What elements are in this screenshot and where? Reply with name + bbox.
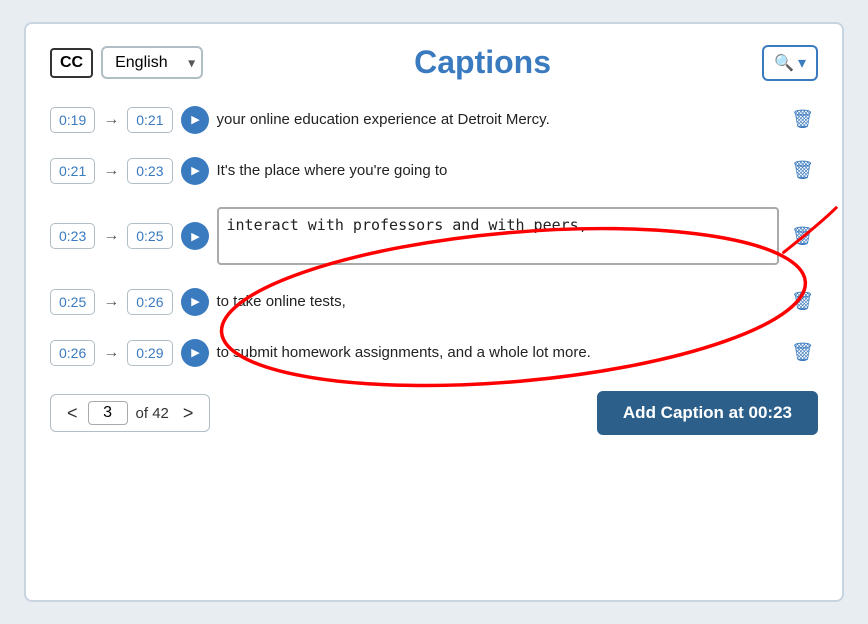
page-number-input[interactable] <box>88 401 128 425</box>
language-wrapper: English Spanish French German <box>101 46 203 79</box>
delete-caption-button[interactable]: 🗑 <box>787 105 818 134</box>
caption-start-time: 0:21 <box>50 158 95 184</box>
caption-row: 0:26 → 0:29 to submit homework assignments,… <box>50 332 818 373</box>
play-button[interactable] <box>181 288 209 316</box>
caption-text: It's the place where you're going to <box>217 160 780 181</box>
caption-start-time: 0:25 <box>50 289 95 315</box>
time-arrow-icon: → <box>103 162 119 180</box>
next-page-button[interactable]: > <box>177 403 200 424</box>
play-button[interactable] <box>181 106 209 134</box>
caption-end-time: 0:26 <box>127 289 172 315</box>
caption-row: 0:19 → 0:21 your online education experienc… <box>50 99 818 140</box>
play-button[interactable] <box>181 339 209 367</box>
delete-caption-button[interactable]: 🗑 <box>787 287 818 316</box>
panel-header: CC English Spanish French German Caption… <box>50 44 818 81</box>
caption-list: 0:19 → 0:21 your online education experienc… <box>50 99 818 373</box>
caption-start-time: 0:23 <box>50 223 95 249</box>
captions-panel: CC English Spanish French German Caption… <box>24 22 844 602</box>
caption-end-time: 0:25 <box>127 223 172 249</box>
caption-row: 0:25 → 0:26 to take online tests, 🗑 <box>50 281 818 322</box>
page-of-label: of 42 <box>136 405 169 422</box>
footer: < of 42 > Add Caption at 00:23 <box>50 391 818 435</box>
delete-caption-button[interactable]: 🗑 <box>787 222 818 251</box>
play-button[interactable] <box>181 157 209 185</box>
caption-end-time: 0:23 <box>127 158 172 184</box>
caption-row: 0:21 → 0:23 It's the place where you're goi… <box>50 150 818 191</box>
play-button[interactable] <box>181 222 209 250</box>
search-button[interactable]: 🔍 ▾ <box>762 45 818 81</box>
caption-text: your online education experience at Detr… <box>217 109 780 130</box>
search-icon: 🔍 <box>774 53 794 73</box>
prev-page-button[interactable]: < <box>61 403 84 424</box>
add-caption-button[interactable]: Add Caption at 00:23 <box>597 391 818 435</box>
caption-end-time: 0:21 <box>127 107 172 133</box>
caption-end-time: 0:29 <box>127 340 172 366</box>
time-arrow-icon: → <box>103 227 119 245</box>
time-arrow-icon: → <box>103 111 119 129</box>
time-arrow-icon: → <box>103 293 119 311</box>
caption-text-input[interactable] <box>217 207 780 265</box>
delete-caption-button[interactable]: 🗑 <box>787 156 818 185</box>
search-dropdown-icon: ▾ <box>798 53 806 73</box>
time-arrow-icon: → <box>103 344 119 362</box>
caption-row: 0:23 → 0:25 🗑 <box>50 201 818 271</box>
pagination-control: < of 42 > <box>50 394 210 432</box>
caption-text: to take online tests, <box>217 291 780 312</box>
page-title: Captions <box>203 44 762 81</box>
cc-button[interactable]: CC <box>50 48 93 78</box>
caption-text: to submit homework assignments, and a wh… <box>217 342 780 363</box>
caption-start-time: 0:19 <box>50 107 95 133</box>
delete-caption-button[interactable]: 🗑 <box>787 338 818 367</box>
language-select[interactable]: English Spanish French German <box>101 46 203 79</box>
caption-start-time: 0:26 <box>50 340 95 366</box>
